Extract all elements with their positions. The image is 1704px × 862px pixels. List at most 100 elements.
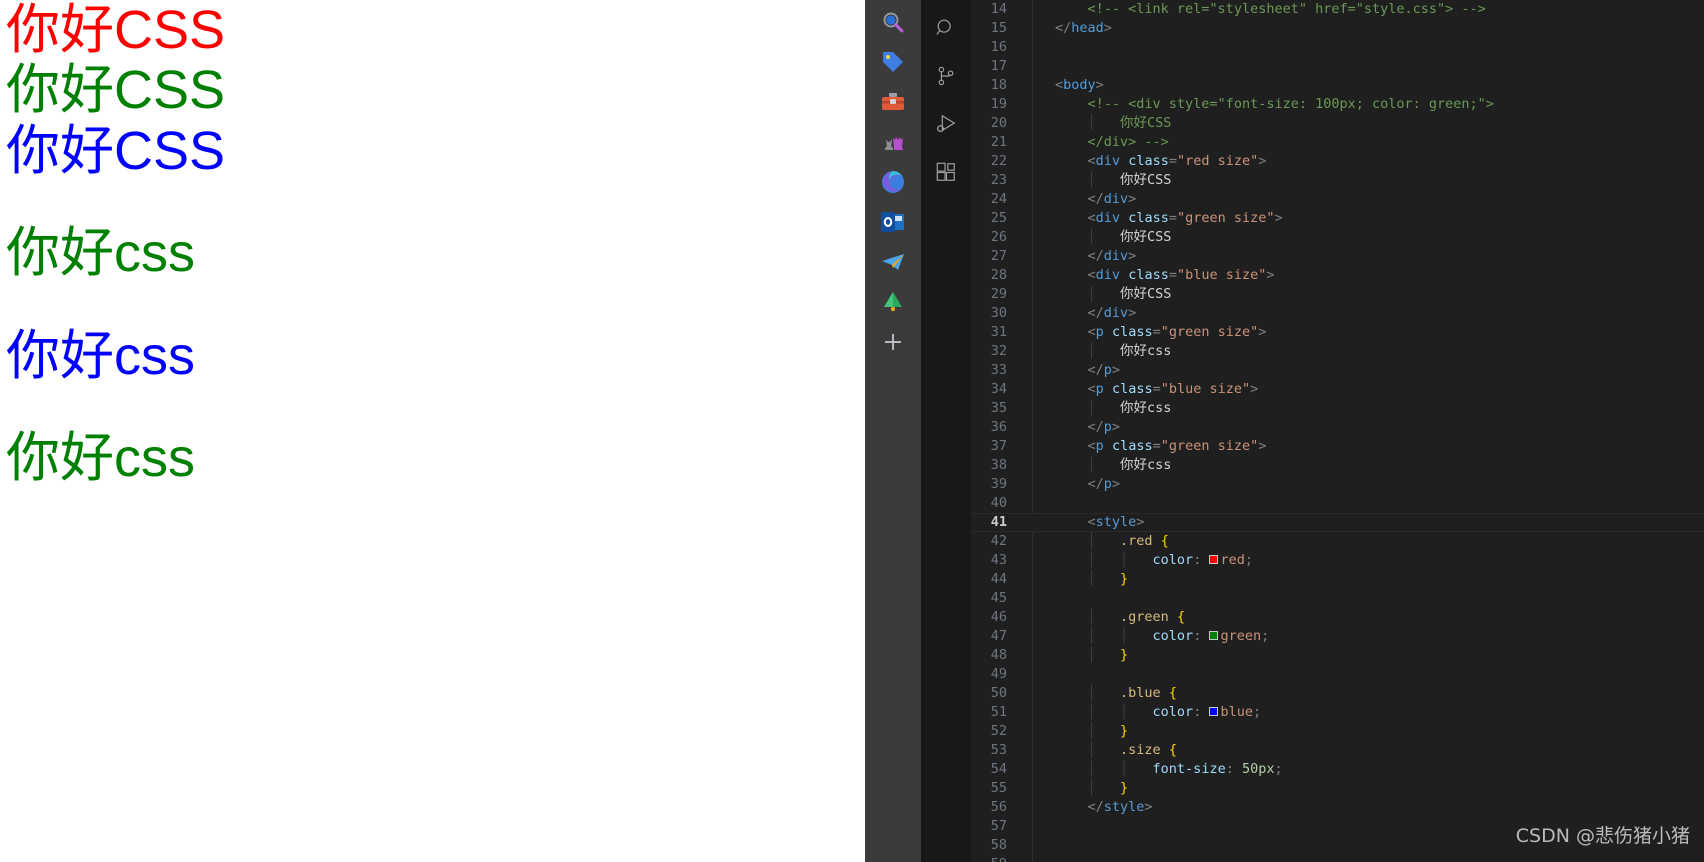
code-line-53[interactable]: 53 │ .size {: [971, 741, 1704, 760]
vscode-activity-bar[interactable]: [921, 0, 971, 862]
outlook-icon[interactable]: [865, 202, 921, 242]
code-line-20[interactable]: 20 │ 你好CSS: [971, 114, 1704, 133]
token-punc: </: [1087, 362, 1104, 378]
code-line-19[interactable]: 19 <!-- <div style="font-size: 100px; co…: [971, 95, 1704, 114]
token-tag: div: [1103, 305, 1129, 321]
code-line-25[interactable]: 25 <div class="green size">: [971, 209, 1704, 228]
toolbox-icon[interactable]: [865, 82, 921, 122]
code-line-40[interactable]: 40: [971, 494, 1704, 513]
code-line-35[interactable]: 35 │ 你好css: [971, 399, 1704, 418]
token-comment: <!-- <link rel="stylesheet" href="style.…: [1087, 1, 1486, 17]
code-line-55[interactable]: 55 │ }: [971, 779, 1704, 798]
code-line-47[interactable]: 47 │ │ color: green;: [971, 627, 1704, 646]
token-val: blue: [1220, 704, 1253, 720]
token-punc: >: [1111, 476, 1121, 492]
activity-extensions-icon[interactable]: [921, 148, 971, 196]
token-punc: :: [1225, 761, 1242, 777]
line-number: 18: [990, 77, 1007, 93]
activity-search-icon[interactable]: [921, 4, 971, 52]
code-line-30[interactable]: 30 </div>: [971, 304, 1704, 323]
code-rows[interactable]: 14 <!-- <link rel="stylesheet" href="sty…: [971, 0, 1704, 862]
token-punc: <: [1055, 77, 1064, 93]
search-icon[interactable]: [865, 2, 921, 42]
code-line-16[interactable]: 16: [971, 38, 1704, 57]
code-line-43[interactable]: 43 │ │ color: red;: [971, 551, 1704, 570]
token-punc: >: [1258, 324, 1267, 340]
code-line-45[interactable]: 45: [971, 589, 1704, 608]
code-line-37[interactable]: 37 <p class="green size">: [971, 437, 1704, 456]
code-line-21[interactable]: 21 </div> -->: [971, 133, 1704, 152]
code-line-28[interactable]: 28 <div class="blue size">: [971, 266, 1704, 285]
code-line-22[interactable]: 22 <div class="red size">: [971, 152, 1704, 171]
code-content: <div class="red size">: [1029, 152, 1267, 171]
code-editor[interactable]: 14 <!-- <link rel="stylesheet" href="sty…: [971, 0, 1704, 862]
code-line-32[interactable]: 32 │ 你好css: [971, 342, 1704, 361]
code-line-31[interactable]: 31 <p class="green size">: [971, 323, 1704, 342]
plus-icon[interactable]: [865, 322, 921, 362]
line-number: 44: [990, 571, 1007, 587]
indent-guide: [1055, 115, 1088, 131]
token-sel: .red: [1120, 533, 1153, 549]
token-num: 50px: [1241, 761, 1275, 777]
line-number: 42: [990, 533, 1007, 549]
code-line-46[interactable]: 46 │ .green {: [971, 608, 1704, 627]
code-line-41[interactable]: 41 <style>: [971, 513, 1704, 532]
token-punc: >: [1144, 799, 1153, 815]
code-line-44[interactable]: 44 │ }: [971, 570, 1704, 589]
code-content: │ 你好css: [1029, 399, 1172, 418]
code-line-36[interactable]: 36 </p>: [971, 418, 1704, 437]
code-content: │ }: [1029, 722, 1129, 741]
code-line-33[interactable]: 33 </p>: [971, 361, 1704, 380]
color-swatch[interactable]: [1209, 706, 1219, 716]
code-line-48[interactable]: 48 │ }: [971, 646, 1704, 665]
code-content: │ │ color: red;: [1029, 551, 1253, 570]
code-line-15[interactable]: 15 </head>: [971, 19, 1704, 38]
code-line-34[interactable]: 34 <p class="blue size">: [971, 380, 1704, 399]
code-line-17[interactable]: 17: [971, 57, 1704, 76]
code-line-24[interactable]: 24 </div>: [971, 190, 1704, 209]
activity-source-control-icon[interactable]: [921, 52, 971, 100]
code-line-49[interactable]: 49: [971, 665, 1704, 684]
color-swatch[interactable]: [1209, 554, 1219, 564]
code-content: │ }: [1029, 646, 1129, 665]
preview-content: 你好CSS 你好CSS 你好CSS 你好css 你好css 你好css: [0, 0, 865, 489]
indent-guide: [1055, 552, 1088, 568]
code-line-50[interactable]: 50 │ .blue {: [971, 684, 1704, 703]
code-line-23[interactable]: 23 │ 你好CSS: [971, 171, 1704, 190]
code-line-54[interactable]: 54 │ │ font-size: 50px;: [971, 760, 1704, 779]
activity-run-and-debug-icon[interactable]: [921, 100, 971, 148]
telegram-icon[interactable]: [865, 242, 921, 282]
code-line-26[interactable]: 26 │ 你好CSS: [971, 228, 1704, 247]
line-number: 57: [990, 818, 1007, 834]
code-line-29[interactable]: 29 │ 你好CSS: [971, 285, 1704, 304]
line-number: 41: [990, 514, 1007, 530]
token-punc: >: [1103, 20, 1112, 36]
code-line-59[interactable]: 59: [971, 855, 1704, 862]
token-str: "green size": [1176, 210, 1275, 226]
windows-taskbar[interactable]: [865, 0, 921, 862]
code-line-14[interactable]: 14 <!-- <link rel="stylesheet" href="sty…: [971, 0, 1704, 19]
chess-icon[interactable]: [865, 122, 921, 162]
token-brace: }: [1120, 780, 1129, 796]
tag-icon[interactable]: [865, 42, 921, 82]
code-line-42[interactable]: 42 │ .red {: [971, 532, 1704, 551]
code-line-39[interactable]: 39 </p>: [971, 475, 1704, 494]
color-swatch[interactable]: [1209, 630, 1219, 640]
token-punc: <: [1087, 438, 1096, 454]
code-line-51[interactable]: 51 │ │ color: blue;: [971, 703, 1704, 722]
code-content: │ .red {: [1029, 532, 1169, 551]
code-content: [1029, 817, 1055, 836]
token-punc: <: [1087, 210, 1096, 226]
indent-guide: │: [1087, 685, 1121, 701]
code-line-38[interactable]: 38 │ 你好css: [971, 456, 1704, 475]
indent-guide: [1055, 172, 1088, 188]
code-line-18[interactable]: 18 <body>: [971, 76, 1704, 95]
code-line-52[interactable]: 52 │ }: [971, 722, 1704, 741]
tree-icon[interactable]: [865, 282, 921, 322]
edge-icon[interactable]: [865, 162, 921, 202]
code-line-27[interactable]: 27 </div>: [971, 247, 1704, 266]
code-content: │ │ color: blue;: [1029, 703, 1262, 722]
code-line-56[interactable]: 56 </style>: [971, 798, 1704, 817]
indent-guide: [1055, 571, 1088, 587]
